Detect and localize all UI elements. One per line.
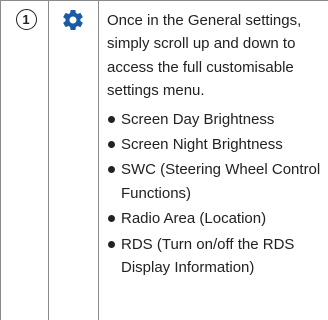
list-item-label: SWC (Steering Wheel Control Functions) bbox=[121, 161, 321, 202]
bullet-dot bbox=[108, 166, 115, 174]
instruction-table: 1 Once in the General settings, simply s… bbox=[0, 0, 328, 320]
table-divider-1 bbox=[48, 0, 49, 320]
table-border-left bbox=[0, 0, 1, 320]
bullet-dot bbox=[108, 215, 115, 223]
instruction-text-cell: Once in the General settings, simply scr… bbox=[107, 9, 323, 281]
bullet-dot bbox=[108, 141, 115, 149]
gear-icon bbox=[61, 8, 85, 38]
list-item: Screen Day Brightness bbox=[107, 108, 323, 131]
bullet-dot bbox=[108, 115, 115, 123]
list-item: RDS (Turn on/off the RDS Display Informa… bbox=[107, 233, 323, 280]
bullet-dot bbox=[108, 240, 115, 248]
intro-paragraph: Once in the General settings, simply scr… bbox=[107, 12, 302, 100]
icon-cell bbox=[51, 8, 95, 38]
list-item: SWC (Steering Wheel Control Functions) bbox=[107, 158, 323, 205]
table-divider-2 bbox=[98, 0, 99, 320]
table-border-top bbox=[0, 0, 328, 1]
list-item-label: Screen Night Brightness bbox=[121, 136, 283, 154]
list-item-label: Radio Area (Location) bbox=[121, 210, 267, 228]
list-item-label: RDS (Turn on/off the RDS Display Informa… bbox=[121, 235, 295, 277]
list-item: Radio Area (Location) bbox=[107, 207, 323, 230]
settings-list: Screen Day Brightness Screen Night Brigh… bbox=[107, 108, 323, 280]
list-item: Screen Night Brightness bbox=[107, 133, 323, 156]
list-item-label: Screen Day Brightness bbox=[121, 110, 275, 128]
step-number: 1 bbox=[15, 9, 37, 30]
step-cell: 1 bbox=[8, 6, 44, 36]
